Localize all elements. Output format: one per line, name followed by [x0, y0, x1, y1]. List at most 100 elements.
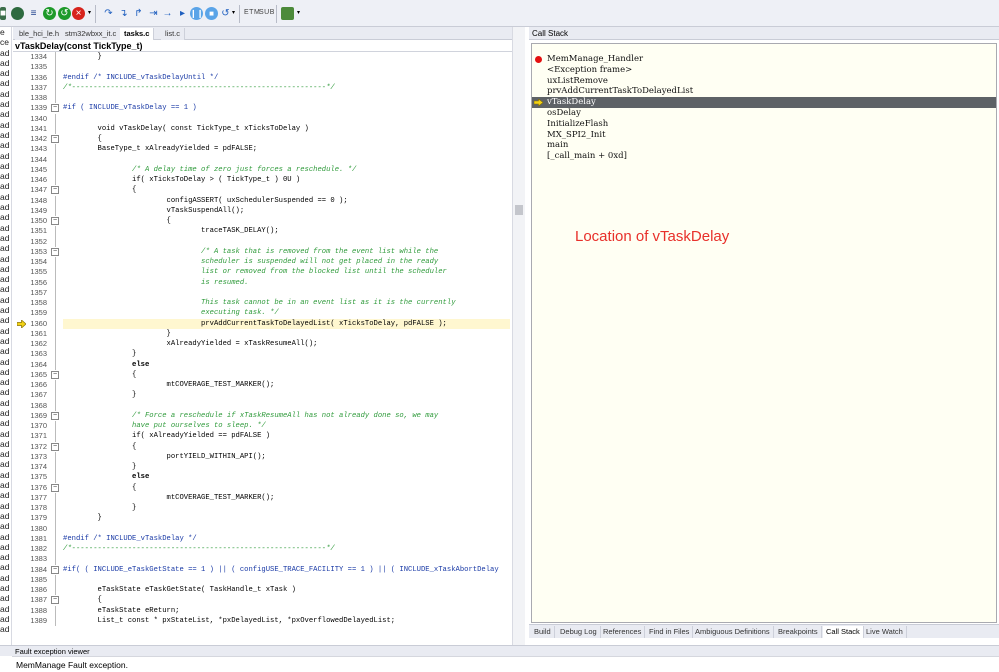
call-stack-frame[interactable]: vTaskDelay [532, 97, 996, 108]
left-panel-item[interactable]: ad [0, 357, 11, 367]
step-out-icon[interactable]: ↱ [132, 7, 145, 20]
tab-call-stack[interactable]: Call Stack [823, 626, 864, 638]
code-line[interactable]: 1364 else [13, 359, 510, 370]
left-panel-item[interactable]: ad [0, 130, 11, 140]
left-panel-item[interactable]: ad [0, 192, 11, 202]
left-panel-item[interactable]: ad [0, 377, 11, 387]
left-panel-item[interactable]: ad [0, 326, 11, 336]
code-line[interactable]: 1387− { [13, 595, 510, 605]
left-panel-item[interactable]: ad [0, 367, 11, 377]
left-panel-item[interactable]: ad [0, 89, 11, 99]
left-panel-item[interactable]: ad [0, 408, 11, 418]
code-line[interactable]: 1338 [13, 93, 510, 104]
run-to-cursor-icon[interactable]: ⇥ [147, 7, 160, 20]
editor-scrollbar[interactable] [512, 27, 525, 645]
left-panel-item[interactable]: ad [0, 501, 11, 511]
left-panel-item[interactable]: ad [0, 418, 11, 428]
stop-debug-button[interactable]: ■ [0, 7, 6, 20]
fold-toggle-icon[interactable]: − [51, 217, 59, 225]
code-line[interactable]: 1340 [13, 113, 510, 124]
code-line[interactable]: 1334 } [13, 52, 510, 63]
code-line[interactable]: 1355 list or removed from the blocked li… [13, 267, 510, 278]
step-into-icon[interactable]: ↴ [117, 7, 130, 20]
tool-plugin-icon[interactable] [281, 7, 294, 20]
code-line[interactable]: 1344 [13, 154, 510, 165]
code-line[interactable]: 1362 xAlreadyYielded = xTaskResumeAll(); [13, 339, 510, 350]
tab-ambiguous-definitions[interactable]: Ambiguous Definitions [692, 626, 774, 638]
code-line[interactable]: 1351 traceTASK_DELAY(); [13, 226, 510, 237]
code-line[interactable]: 1381 #endif /* INCLUDE_vTaskDelay */ [13, 533, 510, 544]
left-panel-item[interactable]: ad [0, 274, 11, 284]
tab-build[interactable]: Build [531, 626, 555, 638]
left-panel-item[interactable]: ad [0, 552, 11, 562]
call-stack-frame[interactable]: main [532, 140, 996, 151]
call-stack-frame[interactable]: MX_SPI2_Init [532, 130, 996, 141]
left-panel-item[interactable]: ad [0, 583, 11, 593]
left-panel-item[interactable]: ad [0, 532, 11, 542]
code-line[interactable]: 1369− /* Force a reschedule if xTaskResu… [13, 411, 510, 421]
fold-toggle-icon[interactable]: − [51, 411, 59, 420]
left-panel-item[interactable]: ad [0, 48, 11, 58]
left-panel-item[interactable]: ad [0, 480, 11, 490]
tab-ble-hci-le[interactable]: ble_hci_le.h [15, 28, 65, 40]
code-line[interactable]: 1365− { [13, 370, 510, 380]
code-line[interactable]: 1370 have put ourselves to sleep. */ [13, 421, 510, 432]
call-stack-frame[interactable]: prvAddCurrentTaskToDelayedList [532, 86, 996, 97]
restart-icon[interactable]: ↺ [58, 7, 71, 20]
fold-toggle-icon[interactable]: − [51, 483, 59, 492]
left-panel-item[interactable]: ad [0, 439, 11, 449]
left-panel-item[interactable]: ad [0, 573, 11, 583]
left-panel-item[interactable]: ad [0, 295, 11, 305]
fold-toggle-icon[interactable]: − [51, 370, 59, 379]
tab-tasks-c[interactable]: tasks.c [120, 28, 155, 40]
left-panel-item[interactable]: ad [0, 58, 11, 68]
code-line[interactable]: 1372− { [13, 442, 510, 452]
code-line[interactable]: 1349 vTaskSuspendAll(); [13, 205, 510, 216]
call-stack-frame[interactable]: <Exception frame> [532, 65, 996, 76]
pause-icon[interactable]: ❙❙ [190, 7, 203, 20]
code-line[interactable]: 1343 BaseType_t xAlreadyYielded = pdFALS… [13, 144, 510, 155]
left-panel-item[interactable]: ad [0, 140, 11, 150]
list-icon[interactable]: ≡ [27, 7, 40, 20]
reset-icon[interactable] [11, 7, 24, 20]
toolbar-dropdown-icon[interactable]: ▾ [87, 7, 92, 20]
code-line[interactable]: 1374 } [13, 462, 510, 473]
code-line[interactable]: 1383 [13, 554, 510, 565]
tab-stm32wbxx-it[interactable]: stm32wbxx_it.c [61, 28, 122, 40]
code-line[interactable]: 1376− { [13, 483, 510, 493]
sub-label[interactable]: SUB [259, 9, 275, 16]
stop-icon[interactable]: ■ [205, 7, 218, 20]
code-editor[interactable]: 1334 } 1335 1336 #endif /* INCLUDE_vTaskDel… [13, 52, 525, 645]
fold-toggle-icon[interactable]: − [51, 104, 59, 113]
code-line[interactable]: 1354 scheduler is suspended will not get… [13, 257, 510, 268]
left-panel-item[interactable]: ad [0, 624, 11, 634]
code-line[interactable]: 1353− /* A task that is removed from the… [13, 247, 510, 257]
call-stack-frame[interactable]: osDelay [532, 108, 996, 119]
fold-toggle-icon[interactable]: − [51, 135, 59, 143]
left-panel-item[interactable]: ad [0, 68, 11, 78]
code-line[interactable]: 1350− { [13, 216, 510, 226]
next-statement-icon[interactable]: → [161, 7, 174, 20]
code-line[interactable]: 1366 mtCOVERAGE_TEST_MARKER(); [13, 380, 510, 391]
left-panel-item[interactable]: ad [0, 151, 11, 161]
left-panel-item[interactable]: ad [0, 429, 11, 439]
code-line[interactable]: 1379 } [13, 513, 510, 524]
code-line[interactable]: 1361 } [13, 328, 510, 339]
code-line[interactable]: 1378 } [13, 503, 510, 514]
code-line[interactable]: 1389 List_t const * pxStateList, *pxDela… [13, 615, 510, 626]
code-line[interactable]: 1347− { [13, 185, 510, 195]
tool-dropdown-icon[interactable]: ▾ [296, 7, 301, 20]
code-line[interactable]: 1367 } [13, 390, 510, 401]
code-line[interactable]: 1385 [13, 574, 510, 585]
code-line[interactable]: 1377 mtCOVERAGE_TEST_MARKER(); [13, 492, 510, 503]
left-panel-item[interactable]: ad [0, 604, 11, 614]
code-line[interactable]: 1371 if( xAlreadyYielded == pdFALSE ) [13, 431, 510, 442]
fold-toggle-icon[interactable]: − [51, 186, 59, 195]
left-panel-item[interactable]: ad [0, 449, 11, 459]
code-line[interactable]: 1352 [13, 236, 510, 247]
left-panel-item[interactable]: ad [0, 233, 11, 243]
call-stack-frame[interactable]: InitializeFlash [532, 119, 996, 130]
code-line[interactable]: 1363 } [13, 349, 510, 360]
left-panel-item[interactable]: ad [0, 212, 11, 222]
code-line[interactable]: 1357 [13, 287, 510, 298]
